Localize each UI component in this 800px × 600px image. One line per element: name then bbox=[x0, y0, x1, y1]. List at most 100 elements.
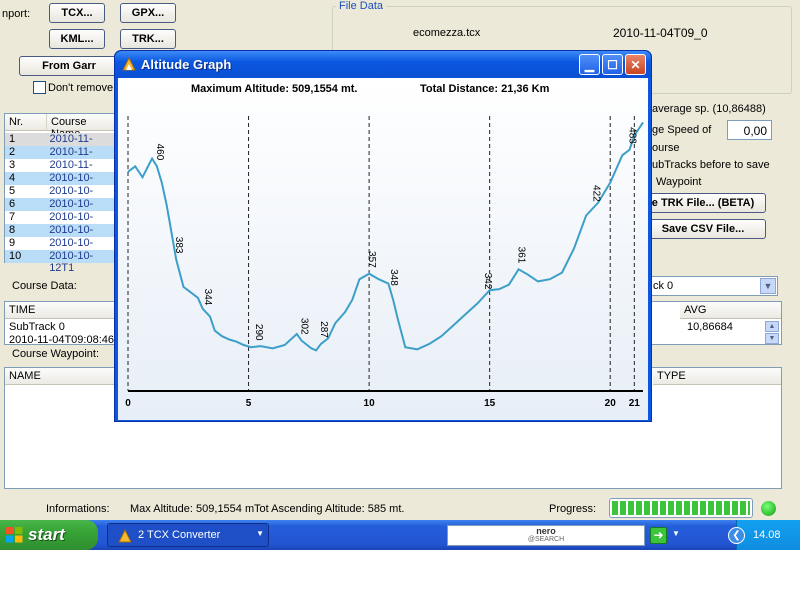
import-trk-button[interactable]: TRK... bbox=[120, 29, 176, 49]
course-nr: 1 bbox=[9, 133, 16, 145]
course-name: 2010-10-21T1 bbox=[49, 211, 94, 235]
speed-label: ge Speed of bbox=[652, 124, 712, 136]
course-name: 2010-11-04T0 bbox=[49, 133, 93, 157]
course-nr: 9 bbox=[9, 237, 16, 249]
altitude-annotation: 287 bbox=[318, 321, 329, 338]
x-tick-label: 21 bbox=[629, 398, 641, 409]
course-name: 2010-10-24T0 bbox=[49, 198, 94, 222]
taskbar-item-tcx-converter[interactable]: 2 TCX Converter ▼ bbox=[107, 523, 269, 547]
avg-header[interactable]: AVG bbox=[680, 302, 781, 319]
table-row[interactable]: 5 2010-10-24T0 bbox=[5, 185, 115, 209]
course-option-text: ourse bbox=[652, 142, 680, 154]
dont-remove-label: Don't remove b bbox=[48, 82, 123, 94]
system-tray: ❮ 14.08 bbox=[728, 520, 800, 550]
scroll-up-icon[interactable]: ▲ bbox=[765, 321, 779, 332]
course-nr: 10 bbox=[9, 250, 22, 262]
nero-search-box[interactable]: nero @SEARCH bbox=[447, 525, 645, 546]
course-list-header-nr[interactable]: Nr. bbox=[5, 114, 47, 131]
table-row[interactable]: 9 2010-10-15T1 bbox=[5, 237, 115, 261]
import-tcx-button[interactable]: TCX... bbox=[49, 3, 105, 23]
course-name: 2010-10-24T0 bbox=[49, 185, 94, 209]
chevron-down-icon[interactable]: ▼ bbox=[760, 278, 776, 294]
course-list-header-name[interactable]: Course Name bbox=[47, 114, 117, 140]
nero-logo-text: nero bbox=[536, 526, 556, 536]
altitude-graph-dialog: Altitude Graph ▁ ☐ ✕ Maximum Altitude: 5… bbox=[114, 50, 652, 422]
dialog-titlebar[interactable]: Altitude Graph ▁ ☐ ✕ bbox=[115, 51, 651, 78]
file-name: ecomezza.tcx bbox=[413, 27, 481, 39]
waypoint-option-text: Waypoint bbox=[656, 176, 702, 188]
course-nr: 2 bbox=[9, 146, 16, 158]
altitude-annotation: 483 bbox=[626, 127, 637, 144]
progress-bar bbox=[609, 498, 753, 518]
minimize-icon[interactable]: ▁ bbox=[579, 54, 600, 75]
altitude-annotation: 290 bbox=[253, 324, 264, 341]
import-label: nport: bbox=[2, 8, 31, 20]
course-data-label: Course Data: bbox=[12, 280, 77, 292]
dont-remove-checkbox[interactable] bbox=[33, 81, 46, 94]
course-nr: 4 bbox=[9, 172, 16, 184]
x-tick-label: 5 bbox=[246, 398, 252, 409]
scroll-down-icon[interactable]: ▼ bbox=[765, 333, 779, 344]
table-row[interactable]: 3 2010-11-01T0 bbox=[5, 159, 115, 183]
start-button[interactable]: start bbox=[0, 520, 98, 550]
subtrack-select[interactable]: ck 0 ▼ bbox=[648, 276, 778, 296]
app-icon bbox=[118, 529, 132, 543]
course-name: 2010-11-03T1 bbox=[49, 146, 93, 170]
progress-fill bbox=[612, 501, 750, 515]
maximize-icon[interactable]: ☐ bbox=[602, 54, 623, 75]
course-list[interactable]: Nr. Course Name 1 2010-11-04T0 2 2010-11-03… bbox=[4, 113, 117, 274]
progress-label: Progress: bbox=[549, 503, 597, 515]
windows-logo-icon bbox=[6, 527, 23, 543]
altitude-annotation: 422 bbox=[590, 185, 601, 202]
x-tick-label: 20 bbox=[605, 398, 617, 409]
file-id: 2010-11-04T09_0 bbox=[613, 26, 708, 40]
status-max-altitude: Max Altitude: 509,1554 m bbox=[130, 503, 255, 515]
taskbar-item-label: 2 TCX Converter bbox=[138, 529, 221, 541]
go-arrow-icon[interactable]: ➜ bbox=[650, 527, 667, 544]
altitude-chart: 0 5 10 15 20 21 460 383 344 290 302 287 357 348 342 361… bbox=[125, 116, 644, 409]
close-icon[interactable]: ✕ bbox=[625, 54, 646, 75]
course-name: 2010-10-31T1 bbox=[49, 172, 94, 196]
save-trk-button[interactable]: e TRK File... (BETA) bbox=[640, 193, 766, 213]
course-name: 2010-10-15T1 bbox=[49, 237, 94, 261]
table-row[interactable]: 6 2010-10-24T0 bbox=[5, 198, 115, 222]
course-name: 2010-10-17T0 bbox=[49, 224, 94, 248]
tray-expand-icon[interactable]: ❮ bbox=[728, 527, 745, 544]
course-nr: 8 bbox=[9, 224, 16, 236]
course-nr: 5 bbox=[9, 185, 16, 197]
altitude-annotation: 357 bbox=[366, 251, 377, 268]
table-row[interactable]: 7 2010-10-21T1 bbox=[5, 211, 115, 235]
avg-speed-text: average sp. (10,86488) bbox=[652, 103, 766, 115]
nero-search-text: @SEARCH bbox=[527, 536, 565, 543]
subtrack-name: SubTrack 0 bbox=[9, 321, 65, 333]
speed-input[interactable]: 0,00 bbox=[727, 120, 772, 140]
x-tick-label: 10 bbox=[364, 398, 376, 409]
file-data-title: File Data bbox=[336, 0, 387, 12]
status-tot-ascending: Tot Ascending Altitude: 585 mt. bbox=[254, 503, 405, 515]
start-label: start bbox=[28, 525, 65, 544]
subtracks-option-text: ubTracks before to save bbox=[652, 159, 770, 171]
table-row[interactable]: 8 2010-10-17T0 bbox=[5, 224, 115, 248]
altitude-annotation: 460 bbox=[154, 144, 165, 161]
status-led-icon bbox=[761, 501, 776, 516]
import-kml-button[interactable]: KML... bbox=[49, 29, 105, 49]
import-gpx-button[interactable]: GPX... bbox=[120, 3, 176, 23]
chevron-down-icon[interactable]: ▼ bbox=[672, 529, 680, 538]
table-row[interactable]: 2 2010-11-03T1 bbox=[5, 146, 115, 170]
altitude-annotation: 361 bbox=[516, 247, 527, 264]
taskbar: start 2 TCX Converter ▼ nero @SEARCH ➜ ▼… bbox=[0, 520, 800, 550]
subtrack-time: 2010-11-04T09:08:46 bbox=[9, 334, 114, 344]
x-tick-label: 15 bbox=[484, 398, 496, 409]
table-row[interactable]: 10 2010-10-12T1 bbox=[5, 250, 115, 274]
from-garmin-button[interactable]: From Garr bbox=[19, 56, 119, 76]
course-name: 2010-10-12T1 bbox=[49, 250, 94, 274]
course-nr: 7 bbox=[9, 211, 16, 223]
x-tick-label: 0 bbox=[125, 398, 131, 409]
course-waypoint-label: Course Waypoint: bbox=[12, 348, 100, 360]
course-nr: 3 bbox=[9, 159, 16, 171]
table-row[interactable]: 4 2010-10-31T1 bbox=[5, 172, 115, 196]
table-row[interactable]: 1 2010-11-04T0 bbox=[5, 133, 115, 157]
app-icon bbox=[122, 57, 136, 71]
save-csv-button[interactable]: Save CSV File... bbox=[640, 219, 766, 239]
waypoint-type-header[interactable]: TYPE bbox=[653, 368, 781, 385]
